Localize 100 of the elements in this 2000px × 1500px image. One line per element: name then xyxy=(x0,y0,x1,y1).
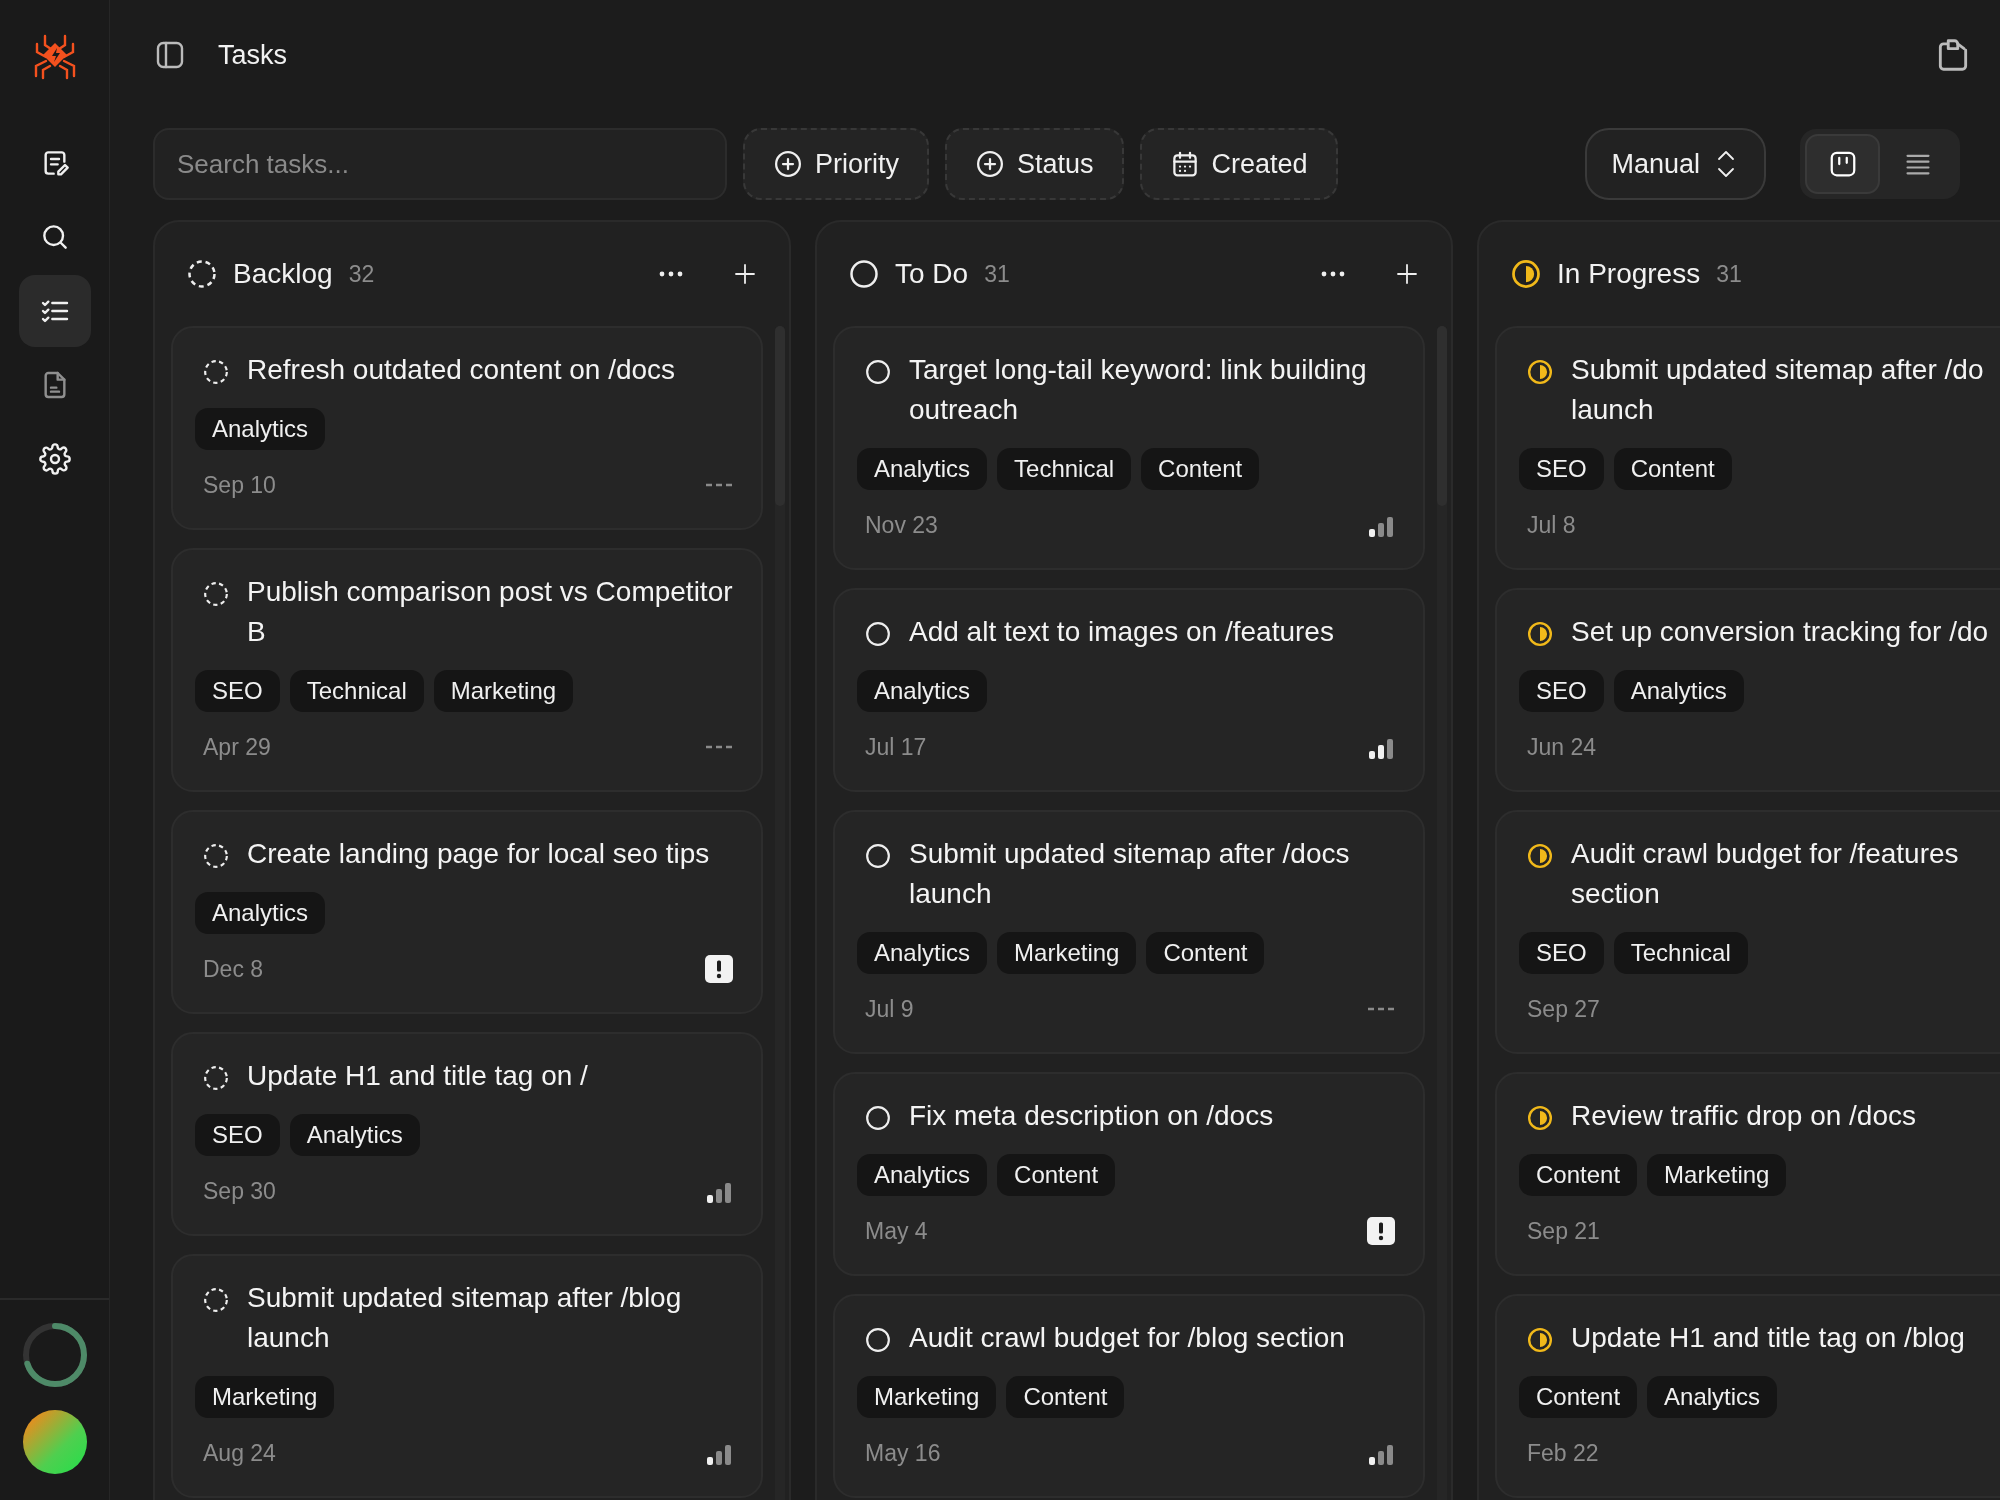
due-date: Sep 21 xyxy=(1527,1217,1600,1245)
plus-circle-icon xyxy=(773,149,803,179)
task-title: Set up conversion tracking for /do xyxy=(1571,615,1989,649)
tag: Marketing xyxy=(195,1376,335,1418)
tag: Technical xyxy=(997,448,1132,490)
task-card[interactable]: Update H1 and title tag on /blog Content Analytics Feb 22 xyxy=(1495,1294,2000,1498)
task-card[interactable]: Review traffic drop on /docs Content Marketing Sep 21 xyxy=(1495,1072,2000,1276)
due-date: Feb 22 xyxy=(1527,1439,1599,1467)
due-date: Dec 8 xyxy=(203,955,264,983)
task-card[interactable]: Refresh outdated content on /docs Analytics Sep 10 xyxy=(171,326,763,530)
tag: Content xyxy=(1146,932,1265,974)
tag: SEO xyxy=(1519,670,1604,712)
more-icon xyxy=(659,271,683,277)
task-title: Update H1 and title tag on / xyxy=(247,1059,588,1093)
task-title: Fix meta description on /docs xyxy=(909,1099,1274,1133)
task-card[interactable]: Create landing page for local seo tips Analytics Dec 8 xyxy=(171,810,763,1014)
task-title: Publish comparison post vs Competitor B xyxy=(247,575,733,649)
filter-button[interactable]: Priority xyxy=(743,128,929,200)
due-date: May 4 xyxy=(865,1217,928,1245)
task-card[interactable]: Update H1 and title tag on / SEO Analytics Sep 30 xyxy=(171,1032,763,1236)
tag: SEO xyxy=(195,670,280,712)
tag: Marketing xyxy=(1647,1154,1787,1196)
no-priority-icon xyxy=(1367,1006,1395,1012)
due-date: Jul 9 xyxy=(865,995,914,1023)
search-field[interactable]: Search tasks... xyxy=(153,128,727,200)
circle-icon xyxy=(865,1105,891,1131)
filter-button[interactable]: Status xyxy=(945,128,1124,200)
half-circle-icon xyxy=(1527,621,1553,647)
page-title: Tasks xyxy=(218,39,288,71)
no-priority-icon xyxy=(705,744,733,750)
task-card[interactable]: Submit updated sitemap after /docs launch Analytics Marketing Content Jul 9 xyxy=(833,810,1425,1054)
tag: Marketing xyxy=(857,1376,997,1418)
sidebar-toggle-icon xyxy=(154,39,186,71)
sort-dropdown[interactable]: Manual xyxy=(1585,128,1766,200)
more-icon xyxy=(1321,271,1345,277)
task-title: Refresh outdated content on /docs xyxy=(247,353,676,387)
due-date: May 16 xyxy=(865,1439,941,1467)
board-view-button[interactable] xyxy=(1805,134,1880,194)
circle-icon xyxy=(865,1327,891,1353)
column-title: Backlog xyxy=(233,258,333,290)
tag: Marketing xyxy=(433,670,574,712)
due-date: Jun 24 xyxy=(1527,733,1597,761)
tag: Content xyxy=(997,1154,1116,1196)
dashed-circle-icon xyxy=(203,581,229,607)
column-title: To Do xyxy=(895,258,969,290)
task-card[interactable]: Fix meta description on /docs Analytics Content May 4 xyxy=(833,1072,1425,1276)
task-card[interactable]: Target long-tail keyword: link building outreach Analytics Technical Content Nov 23 xyxy=(833,326,1425,570)
due-date: Sep 10 xyxy=(203,471,276,499)
task-card[interactable]: Set up conversion tracking for /do SEO Analytics Jun 24 xyxy=(1495,588,2000,792)
tag: Content xyxy=(1141,448,1260,490)
task-title: Audit crawl budget for /features section xyxy=(1571,837,1960,911)
half-circle-icon xyxy=(1527,1105,1553,1131)
task-card[interactable]: Audit crawl budget for /blog section Marketing Content May 16 xyxy=(833,1294,1425,1498)
tag: Technical xyxy=(289,670,424,712)
task-card[interactable]: Submit updated sitemap after /do launch SEO Content Jul 8 xyxy=(1495,326,2000,570)
due-date: Sep 30 xyxy=(203,1177,276,1205)
urgent-icon xyxy=(1367,1217,1395,1245)
dashed-circle-icon xyxy=(203,843,229,869)
tag: Technical xyxy=(1613,932,1748,974)
tag: Content xyxy=(1519,1376,1638,1418)
due-date: Jul 8 xyxy=(1527,511,1576,539)
task-title: Create landing page for local seo tips xyxy=(247,837,710,871)
half-circle-icon xyxy=(1527,359,1553,385)
task-count: 31 xyxy=(984,260,1010,288)
tag: Analytics xyxy=(289,1114,420,1156)
filter-button[interactable]: Created xyxy=(1139,128,1338,200)
half-circle-icon xyxy=(1527,1327,1553,1353)
task-card[interactable]: Submit updated sitemap after /blog launch Marketing Aug 24 xyxy=(171,1254,763,1498)
task-card[interactable]: Add alt text to images on /features Analytics Jul 17 xyxy=(833,588,1425,792)
circle-icon xyxy=(865,359,891,385)
tag: Analytics xyxy=(1647,1376,1778,1418)
sidebar-toggle-button[interactable] xyxy=(154,39,186,71)
circle-icon xyxy=(849,259,879,289)
plus-circle-icon xyxy=(975,149,1005,179)
plus-icon xyxy=(1395,262,1419,286)
tag: Content xyxy=(1613,448,1732,490)
task-count: 32 xyxy=(348,260,375,288)
task-card[interactable]: Audit crawl budget for /features section SEO Technical Sep 27 xyxy=(1495,810,2000,1054)
settings-icon xyxy=(38,443,71,475)
tag: Content xyxy=(1006,1376,1125,1418)
tag: Analytics xyxy=(195,408,326,450)
tag: Analytics xyxy=(195,892,326,934)
urgent-icon xyxy=(705,955,733,983)
due-date: Sep 27 xyxy=(1527,995,1600,1023)
tag: Analytics xyxy=(857,448,988,490)
checklist-nav-button[interactable] xyxy=(18,275,91,347)
task-title: Audit crawl budget for /blog section xyxy=(909,1321,1345,1355)
no-priority-icon xyxy=(705,482,733,488)
task-title: Update H1 and title tag on /blog xyxy=(1571,1321,1965,1355)
dashed-circle-icon xyxy=(203,1065,229,1091)
tag: SEO xyxy=(1519,932,1604,974)
task-title: Submit updated sitemap after /docs launch xyxy=(909,837,1351,911)
task-title: Review traffic drop on /docs xyxy=(1571,1099,1916,1133)
tag: Analytics xyxy=(857,932,988,974)
task-card[interactable]: Publish comparison post vs Competitor B SEO Technical Marketing Apr 29 xyxy=(171,548,763,792)
tag: Content xyxy=(1519,1154,1638,1196)
column-title: In Progress xyxy=(1557,258,1701,290)
due-date: Jul 17 xyxy=(865,733,927,761)
task-title: Submit updated sitemap after /do launch xyxy=(1571,353,1985,427)
circle-icon xyxy=(865,621,891,647)
